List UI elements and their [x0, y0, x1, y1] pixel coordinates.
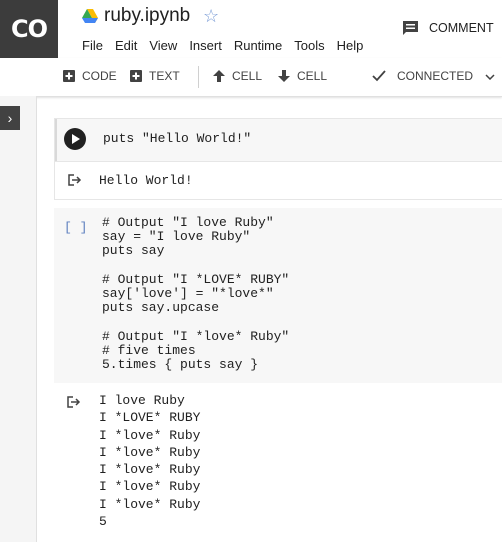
arrow-up-icon	[213, 70, 225, 82]
logo-text: CO	[10, 15, 48, 43]
add-text-label: TEXT	[149, 69, 180, 83]
menu-file[interactable]: File	[82, 38, 103, 53]
plus-box-icon	[130, 70, 142, 82]
arrow-down-icon	[278, 70, 290, 82]
expand-sidebar-button[interactable]: ›	[0, 106, 20, 130]
connection-status-label: CONNECTED	[397, 69, 474, 83]
output-text: Hello World!	[99, 173, 193, 188]
move-cell-down-label: CELL	[297, 69, 328, 83]
execution-count[interactable]: [ ]	[64, 220, 87, 235]
chevron-right-icon: ›	[7, 110, 13, 126]
menu-view[interactable]: View	[149, 38, 177, 53]
code-cell-1[interactable]: puts "Hello World!"	[54, 118, 502, 162]
chevron-down-icon[interactable]	[485, 69, 502, 83]
add-text-button[interactable]: TEXT	[130, 69, 180, 83]
output-icon	[67, 396, 81, 408]
check-icon	[372, 70, 386, 82]
comment-button[interactable]: COMMENT	[402, 20, 494, 36]
header: CO ruby.ipynb ☆ File Edit View Insert Ru…	[0, 0, 502, 58]
comment-icon	[403, 21, 418, 35]
connection-status[interactable]: CONNECTED	[372, 69, 502, 83]
add-code-label: CODE	[82, 69, 117, 83]
move-cell-up-label: CELL	[232, 69, 263, 83]
colab-logo[interactable]: CO	[0, 0, 58, 58]
comment-label: COMMENT	[429, 21, 494, 35]
star-icon[interactable]: ☆	[203, 6, 219, 27]
menu-tools[interactable]: Tools	[294, 38, 324, 53]
cell-output-2: I love Ruby I *LOVE* RUBY I *love* Ruby …	[99, 393, 201, 530]
left-sidebar	[0, 96, 37, 542]
notebook-title[interactable]: ruby.ipynb	[104, 5, 190, 27]
plus-box-icon	[63, 70, 75, 82]
cell-code[interactable]: # Output "I love Ruby" say = "I love Rub…	[102, 215, 289, 372]
toolbar: CODE TEXT CELL CELL CONNECTED	[0, 58, 502, 97]
toolbar-divider	[198, 66, 199, 88]
menu-edit[interactable]: Edit	[115, 38, 137, 53]
add-code-button[interactable]: CODE	[63, 69, 117, 83]
output-icon	[68, 174, 82, 186]
run-cell-icon[interactable]	[64, 128, 86, 150]
menu-bar: File Edit View Insert Runtime Tools Help	[82, 38, 375, 53]
drive-icon	[82, 9, 98, 23]
code-cell-2[interactable]: [ ] # Output "I love Ruby" say = "I love…	[54, 208, 502, 383]
move-cell-up-button[interactable]: CELL	[213, 69, 262, 83]
menu-runtime[interactable]: Runtime	[234, 38, 282, 53]
cell-code[interactable]: puts "Hello World!"	[103, 131, 251, 146]
menu-insert[interactable]: Insert	[189, 38, 222, 53]
cell-output-1: Hello World!	[54, 161, 502, 200]
menu-help[interactable]: Help	[337, 38, 364, 53]
move-cell-down-button[interactable]: CELL	[278, 69, 327, 83]
cell-focus-bar	[55, 119, 57, 161]
